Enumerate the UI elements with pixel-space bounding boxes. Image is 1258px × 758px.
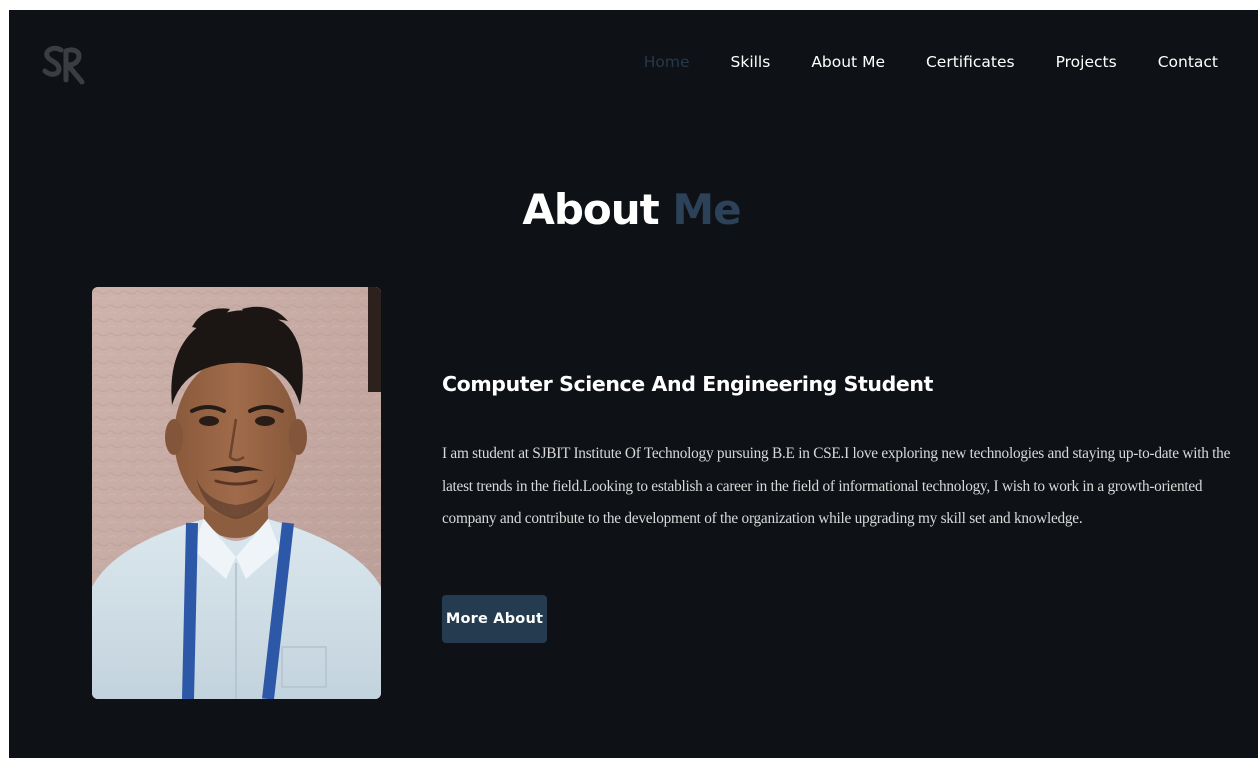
bio-paragraph: I am student at SJBIT Institute Of Techn…: [442, 445, 1231, 527]
page: Home Skills About Me Certificates Projec…: [9, 10, 1258, 758]
section-title: About Me: [9, 185, 1258, 234]
main-nav: Home Skills About Me Certificates Projec…: [644, 53, 1218, 71]
nav-about-me[interactable]: About Me: [811, 53, 885, 71]
logo[interactable]: [42, 44, 88, 88]
section-title-accent: Me: [672, 185, 741, 234]
profile-photo-illustration: [92, 287, 381, 699]
nav-certificates[interactable]: Certificates: [926, 53, 1015, 71]
nav-projects[interactable]: Projects: [1056, 53, 1117, 71]
section-title-main: About: [522, 185, 659, 234]
nav-home[interactable]: Home: [644, 53, 690, 71]
nav-contact[interactable]: Contact: [1158, 53, 1218, 71]
role-heading: Computer Science And Engineering Student: [442, 372, 933, 396]
more-about-button[interactable]: More About: [442, 595, 547, 643]
profile-photo: [92, 287, 381, 699]
logo-icon: [42, 45, 85, 85]
nav-skills[interactable]: Skills: [731, 53, 771, 71]
